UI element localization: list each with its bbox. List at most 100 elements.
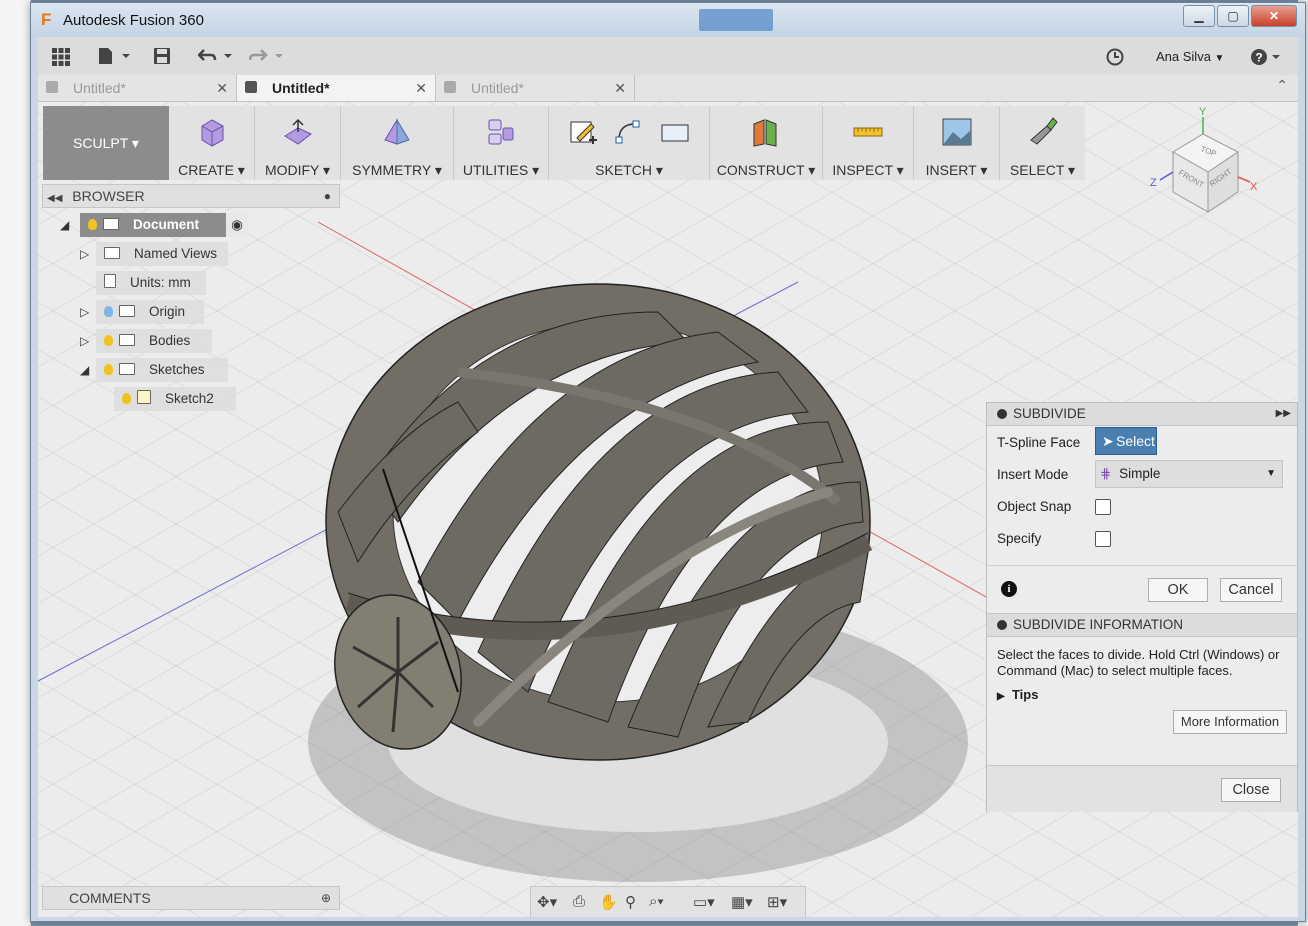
redo-icon[interactable] <box>249 48 285 64</box>
info-text-line2: Command (Mac) to select multiple faces. <box>997 663 1233 678</box>
browser-minus-icon[interactable]: ● <box>324 185 331 207</box>
subdivide-info-header[interactable]: SUBDIVIDE INFORMATION <box>987 613 1297 637</box>
pan-hand-icon[interactable]: ✋ <box>599 893 618 911</box>
object-snap-label: Object Snap <box>997 499 1072 514</box>
folder-icon <box>104 247 120 259</box>
tips-label: Tips <box>1011 687 1039 702</box>
workspace-switcher[interactable]: SCULPT ▾ <box>43 106 169 180</box>
object-snap-checkbox[interactable] <box>1095 499 1111 515</box>
cursor-arrow-icon: ➤ <box>1102 433 1114 449</box>
info-icon[interactable]: i <box>1001 581 1017 597</box>
collapse-info-icon[interactable] <box>997 620 1007 630</box>
visibility-bulb-icon[interactable] <box>122 393 131 404</box>
undo-icon[interactable] <box>198 48 234 64</box>
expand-bodies-icon[interactable]: ▷ <box>80 334 89 348</box>
tree-sketch2[interactable]: Sketch2 <box>114 387 236 411</box>
collapse-document-icon[interactable]: ◢ <box>60 218 69 232</box>
collapse-browser-icon[interactable]: ◀◀ <box>47 193 62 204</box>
modify-menu[interactable]: MODIFY ▾ <box>255 106 341 180</box>
save-icon[interactable] <box>154 48 170 64</box>
create-menu[interactable]: CREATE ▾ <box>169 106 255 180</box>
canvas-viewport[interactable]: TOP FRONT RIGHT Y Z X SCULPT ▾ CREATE ▾ <box>38 102 1298 917</box>
tab-close-icon[interactable]: ✕ <box>614 75 626 101</box>
orbit-icon[interactable]: ✥▾ <box>537 893 557 911</box>
tab-untitled-3[interactable]: Untitled* ✕ <box>436 75 635 101</box>
symmetry-menu[interactable]: SYMMETRY ▾ <box>341 106 454 180</box>
visibility-bulb-icon[interactable] <box>104 335 113 346</box>
bodies-label: Bodies <box>149 333 191 348</box>
grid-settings-icon[interactable]: ▦▾ <box>731 893 753 911</box>
insert-image-icon <box>942 118 971 146</box>
cancel-button[interactable]: Cancel <box>1220 578 1282 602</box>
select-menu[interactable]: SELECT ▾ <box>1000 106 1085 180</box>
more-information-button[interactable]: More Information <box>1173 710 1287 734</box>
inspect-label: INSPECT ▾ <box>832 162 904 178</box>
collapse-tabs-icon[interactable]: ⌃ <box>1276 77 1288 94</box>
file-icon[interactable] <box>98 47 132 65</box>
comments-add-icon[interactable]: ⊕ <box>321 887 331 909</box>
window-title: Autodesk Fusion 360 <box>63 12 204 29</box>
comments-panel-header[interactable]: COMMENTS ⊕ <box>42 886 340 910</box>
fit-icon[interactable]: ⌕▾ <box>649 893 664 910</box>
menu-bar: Ana Silva ▼ ? <box>38 37 1298 76</box>
subdivide-grid-icon: ⋕ <box>1100 466 1112 481</box>
look-at-icon[interactable]: ⎙ <box>573 893 585 910</box>
origin-label: Origin <box>149 304 186 319</box>
viewports-icon[interactable]: ⊞▾ <box>767 893 787 911</box>
grid-menu-icon[interactable] <box>52 48 70 66</box>
tips-toggle[interactable]: ▶ Tips <box>997 687 1038 702</box>
inspect-menu[interactable]: INSPECT ▾ <box>823 106 914 180</box>
tree-bodies[interactable]: Bodies <box>96 329 212 353</box>
minimize-button[interactable]: ▁ <box>1183 5 1215 27</box>
visibility-bulb-icon[interactable] <box>104 306 113 317</box>
visibility-bulb-icon[interactable] <box>104 364 113 375</box>
sketch-icon <box>137 390 151 404</box>
tab-untitled-1[interactable]: Untitled* ✕ <box>38 75 237 101</box>
view-cube-icon: TOP FRONT RIGHT Y Z X <box>1150 106 1258 213</box>
construct-menu[interactable]: CONSTRUCT ▾ <box>710 106 823 180</box>
tree-origin[interactable]: Origin <box>96 300 204 324</box>
select-button-label: Select <box>1116 433 1155 449</box>
expand-dialog-icon[interactable]: ▶▶ <box>1276 403 1291 425</box>
tab-close-icon[interactable]: ✕ <box>415 75 427 101</box>
collapse-dialog-icon[interactable] <box>997 409 1007 419</box>
tree-sketches[interactable]: Sketches <box>96 358 228 382</box>
insert-mode-dropdown[interactable]: ⋕ Simple ▼ <box>1095 460 1283 488</box>
tab-close-icon[interactable]: ✕ <box>216 75 228 101</box>
maximize-button[interactable]: ▢ <box>1217 5 1249 27</box>
sketch-menu[interactable]: SKETCH ▾ <box>549 106 710 180</box>
subdivide-header[interactable]: SUBDIVIDE ▶▶ <box>987 403 1297 426</box>
ok-button[interactable]: OK <box>1148 578 1208 602</box>
tab-untitled-2[interactable]: Untitled* ✕ <box>237 75 436 101</box>
insert-menu[interactable]: INSERT ▾ <box>914 106 1000 180</box>
svg-text:?: ? <box>1255 51 1262 65</box>
collapse-sketches-icon[interactable]: ◢ <box>80 363 89 377</box>
utilities-label: UTILITIES ▾ <box>462 162 540 178</box>
subdivide-info-text: Select the faces to divide. Hold Ctrl (W… <box>997 647 1289 679</box>
document-icon <box>444 81 456 93</box>
tree-named-views[interactable]: Named Views <box>96 242 228 266</box>
browser-panel-header[interactable]: ◀◀ BROWSER ● <box>42 184 340 208</box>
construct-label: CONSTRUCT ▾ <box>716 162 816 178</box>
utilities-menu[interactable]: UTILITIES ▾ <box>454 106 549 180</box>
select-faces-button[interactable]: ➤ Select <box>1095 427 1157 455</box>
title-search-icon[interactable] <box>699 9 773 31</box>
expand-named-views-icon[interactable]: ▷ <box>80 247 89 261</box>
tab-label: Untitled* <box>272 80 330 96</box>
history-clock-icon[interactable] <box>1106 48 1124 66</box>
expand-origin-icon[interactable]: ▷ <box>80 305 89 319</box>
display-settings-icon[interactable]: ▭▾ <box>693 893 715 911</box>
zoom-icon[interactable]: ⚲ <box>625 893 636 911</box>
select-brush-icon <box>1029 117 1058 145</box>
activate-radio-icon[interactable]: ◉ <box>226 213 248 237</box>
help-icon[interactable]: ? <box>1250 48 1284 66</box>
tree-units[interactable]: Units: mm <box>96 271 206 295</box>
specify-checkbox[interactable] <box>1095 531 1111 547</box>
user-name[interactable]: Ana Silva ▼ <box>1156 49 1224 64</box>
close-window-button[interactable]: ✕ <box>1251 5 1297 27</box>
visibility-bulb-icon[interactable] <box>88 219 97 230</box>
tree-document[interactable]: Document <box>80 213 248 237</box>
close-dialog-button[interactable]: Close <box>1221 778 1281 802</box>
title-bar[interactable]: F Autodesk Fusion 360 ▁ ▢ ✕ <box>31 3 1305 37</box>
subdivide-title: SUBDIVIDE <box>1013 406 1086 421</box>
